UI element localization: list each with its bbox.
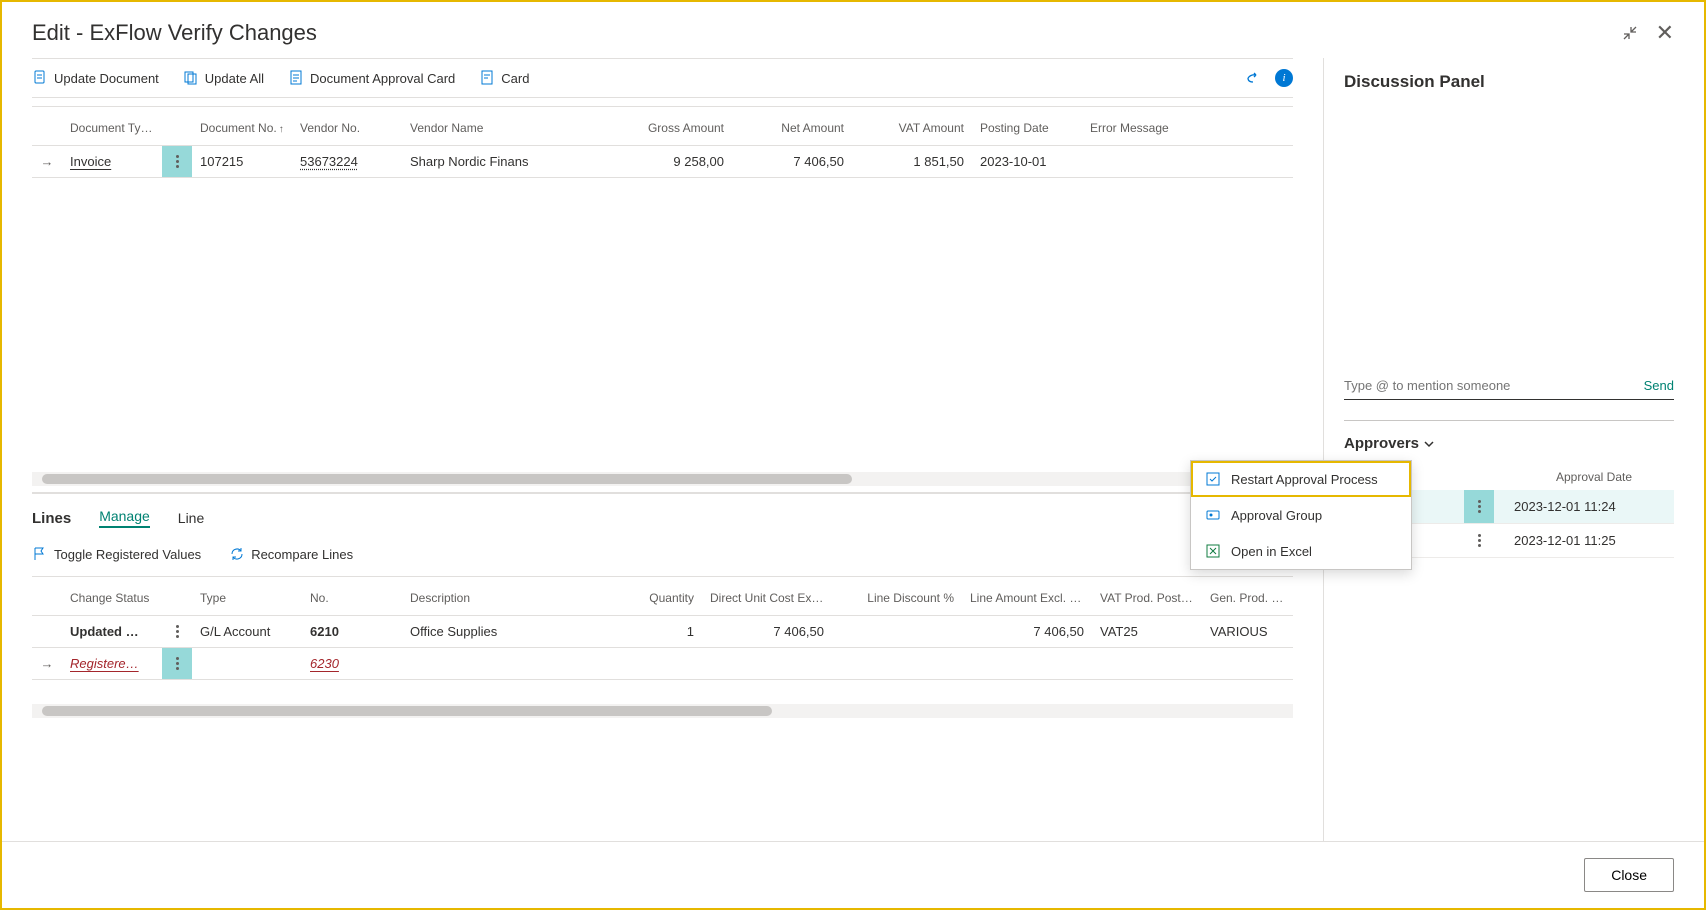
ctx-restart-approval[interactable]: Restart Approval Process — [1191, 461, 1411, 497]
cell-line-vatpg: VAT25 — [1092, 620, 1202, 643]
approval-date-header: Approval Date — [1514, 470, 1674, 484]
discussion-panel-title: Discussion Panel — [1344, 58, 1674, 112]
close-button[interactable]: Close — [1584, 858, 1674, 892]
cell-change-status[interactable]: Registere… — [62, 652, 162, 675]
lines-title: Lines — [32, 510, 71, 527]
cell-line-type: G/L Account — [192, 620, 302, 643]
col-vat[interactable]: VAT Amount — [852, 117, 972, 139]
cell-line-type — [192, 660, 302, 668]
line-menu-button[interactable] — [162, 648, 192, 679]
page-title: Edit - ExFlow Verify Changes — [32, 20, 317, 46]
tab-manage[interactable]: Manage — [99, 508, 150, 528]
approver-date: 2023-12-01 11:24 — [1494, 499, 1674, 514]
cell-change-status: Updated … — [62, 620, 162, 643]
cell-line-unit: 7 406,50 — [702, 620, 832, 643]
col-vendor-name[interactable]: Vendor Name — [402, 117, 602, 139]
info-badge-icon[interactable]: i — [1275, 69, 1293, 87]
cell-net: 7 406,50 — [732, 150, 852, 173]
approval-card-icon — [288, 70, 304, 86]
doc-approval-card-button[interactable]: Document Approval Card — [288, 70, 455, 86]
col-error[interactable]: Error Message — [1082, 117, 1202, 139]
col-line-amt[interactable]: Line Amount Excl. VAT — [962, 587, 1092, 609]
col-posting-date[interactable]: Posting Date — [972, 117, 1082, 139]
card-icon — [479, 70, 495, 86]
minimize-arrow-icon[interactable] — [1622, 25, 1638, 41]
document-update-icon — [32, 70, 48, 86]
cell-vendor-name: Sharp Nordic Finans — [402, 150, 602, 173]
col-line-vatpg[interactable]: VAT Prod. Posting Group — [1092, 587, 1202, 609]
ctx-group-label: Approval Group — [1231, 508, 1322, 523]
cell-doc-no: 107215 — [192, 150, 292, 173]
recompare-button[interactable]: Recompare Lines — [229, 546, 353, 562]
col-net[interactable]: Net Amount — [732, 117, 852, 139]
cell-posting: 2023-10-01 — [972, 150, 1082, 173]
cell-line-no: 6210 — [302, 620, 402, 643]
row-arrow-icon[interactable]: → — [32, 150, 62, 173]
mention-input[interactable] — [1344, 372, 1630, 399]
ctx-approval-group[interactable]: Approval Group — [1191, 497, 1411, 533]
update-all-button[interactable]: Update All — [183, 70, 264, 86]
cell-doc-type[interactable]: Invoice — [62, 150, 162, 173]
col-line-type[interactable]: Type — [192, 587, 302, 609]
line-row[interactable]: Updated … G/L Account 6210 Office Suppli… — [32, 616, 1293, 648]
cell-gross: 9 258,00 — [602, 150, 732, 173]
recompare-label: Recompare Lines — [251, 547, 353, 562]
col-line-disc[interactable]: Line Discount % — [832, 587, 962, 609]
flag-icon — [32, 546, 48, 562]
update-document-label: Update Document — [54, 71, 159, 86]
line-menu-button[interactable] — [162, 616, 192, 647]
line-row[interactable]: → Registere… 6230 — [32, 648, 1293, 680]
group-icon — [1205, 507, 1221, 523]
col-line-desc[interactable]: Description — [402, 587, 622, 609]
share-icon[interactable] — [1245, 70, 1261, 86]
col-line-qty[interactable]: Quantity — [622, 587, 702, 609]
approvers-section-toggle[interactable]: Approvers — [1344, 435, 1674, 452]
refresh-icon — [229, 546, 245, 562]
col-line-no[interactable]: No. — [302, 587, 402, 609]
cell-vendor-no[interactable]: 53673224 — [292, 150, 402, 173]
col-doc-no[interactable]: Document No.↑ — [192, 117, 292, 139]
card-label: Card — [501, 71, 529, 86]
col-gross[interactable]: Gross Amount — [602, 117, 732, 139]
toggle-registered-button[interactable]: Toggle Registered Values — [32, 546, 201, 562]
cell-line-amt: 7 406,50 — [962, 620, 1092, 643]
cell-line-disc — [832, 628, 962, 636]
ctx-excel-label: Open in Excel — [1231, 544, 1312, 559]
cell-line-no[interactable]: 6230 — [302, 652, 402, 675]
col-vendor-no[interactable]: Vendor No. — [292, 117, 402, 139]
cell-line-genpg: VARIOUS — [1202, 620, 1292, 643]
lines-h-scrollbar[interactable] — [32, 704, 1293, 718]
cell-line-qty: 1 — [622, 620, 702, 643]
table-row[interactable]: → Invoice 107215 53673224 Sharp Nordic F… — [32, 146, 1293, 178]
cell-line-desc: Office Supplies — [402, 620, 622, 643]
h-scrollbar[interactable] — [32, 472, 1293, 486]
ctx-open-excel[interactable]: Open in Excel — [1191, 533, 1411, 569]
update-document-button[interactable]: Update Document — [32, 70, 159, 86]
row-menu-button[interactable] — [162, 146, 192, 177]
close-icon[interactable]: ✕ — [1656, 20, 1674, 46]
ctx-restart-label: Restart Approval Process — [1231, 472, 1378, 487]
cell-vat: 1 851,50 — [852, 150, 972, 173]
card-button[interactable]: Card — [479, 70, 529, 86]
approver-row-menu[interactable] — [1464, 490, 1494, 523]
chevron-down-icon — [1423, 438, 1435, 450]
context-menu: Restart Approval Process Approval Group … — [1190, 460, 1412, 570]
approver-date: 2023-12-01 11:25 — [1494, 533, 1674, 548]
update-all-icon — [183, 70, 199, 86]
approvers-label: Approvers — [1344, 435, 1419, 452]
row-arrow-icon[interactable]: → — [32, 652, 62, 675]
update-all-label: Update All — [205, 71, 264, 86]
toggle-reg-label: Toggle Registered Values — [54, 547, 201, 562]
doc-approval-card-label: Document Approval Card — [310, 71, 455, 86]
cell-error — [1082, 158, 1202, 166]
tab-line[interactable]: Line — [178, 510, 204, 526]
col-doc-type[interactable]: Document Type↑ — [62, 117, 162, 139]
excel-icon — [1205, 543, 1221, 559]
col-line-unit[interactable]: Direct Unit Cost Excl. VAT — [702, 587, 832, 609]
approver-row-menu[interactable] — [1464, 524, 1494, 557]
restart-icon — [1205, 471, 1221, 487]
send-button[interactable]: Send — [1630, 378, 1674, 393]
col-line-genpg[interactable]: Gen. Prod. Posting Gr — [1202, 587, 1292, 609]
col-change-status[interactable]: Change Status — [62, 587, 162, 609]
